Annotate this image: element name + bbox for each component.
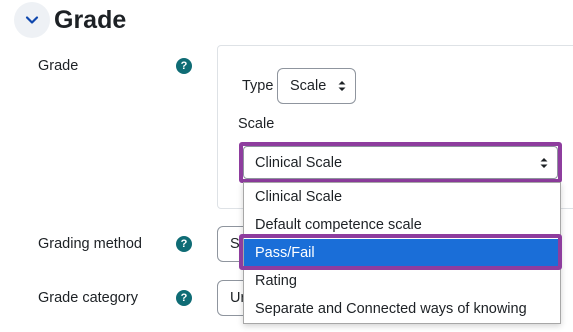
- dropdown-option[interactable]: Separate and Connected ways of knowing: [244, 295, 560, 323]
- dropdown-option[interactable]: Rating: [244, 267, 560, 295]
- help-icon[interactable]: ?: [176, 236, 192, 252]
- select-arrows-icon: [540, 157, 548, 168]
- grade-label: Grade: [38, 58, 79, 74]
- section-title: Grade: [54, 6, 127, 34]
- grading-method-label: Grading method: [38, 236, 142, 252]
- scale-select-value: Clinical Scale: [255, 154, 343, 171]
- select-arrows-icon: [338, 81, 346, 91]
- grade-category-label: Grade category: [38, 290, 138, 306]
- type-select-value: Scale: [290, 78, 327, 94]
- scale-select[interactable]: Clinical Scale: [243, 146, 558, 179]
- help-icon[interactable]: ?: [176, 290, 192, 306]
- help-icon[interactable]: ?: [176, 58, 192, 74]
- type-select[interactable]: Scale: [277, 68, 356, 104]
- collapse-section-button[interactable]: [14, 2, 50, 38]
- option-highlight: [239, 234, 562, 270]
- chevron-down-icon: [25, 16, 39, 24]
- dropdown-option[interactable]: Clinical Scale: [244, 183, 560, 211]
- type-label: Type: [242, 78, 274, 94]
- scale-label: Scale: [238, 116, 275, 132]
